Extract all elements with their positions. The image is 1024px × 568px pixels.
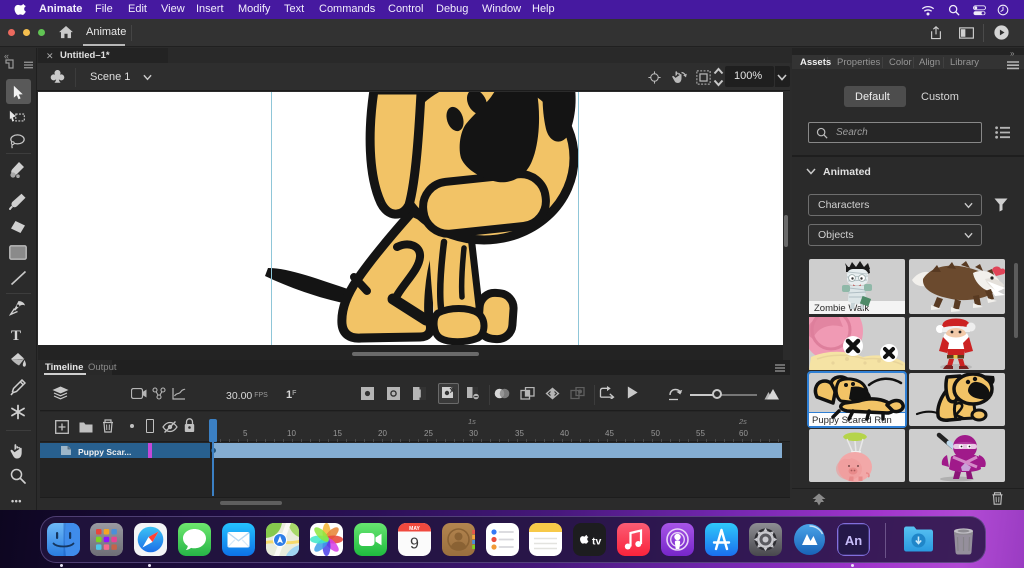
svg-text:A: A bbox=[450, 389, 455, 395]
svg-text:MAY: MAY bbox=[409, 525, 420, 531]
svg-text:9: 9 bbox=[410, 535, 419, 552]
svg-text:An: An bbox=[845, 533, 862, 548]
svg-text:tv: tv bbox=[592, 535, 601, 547]
